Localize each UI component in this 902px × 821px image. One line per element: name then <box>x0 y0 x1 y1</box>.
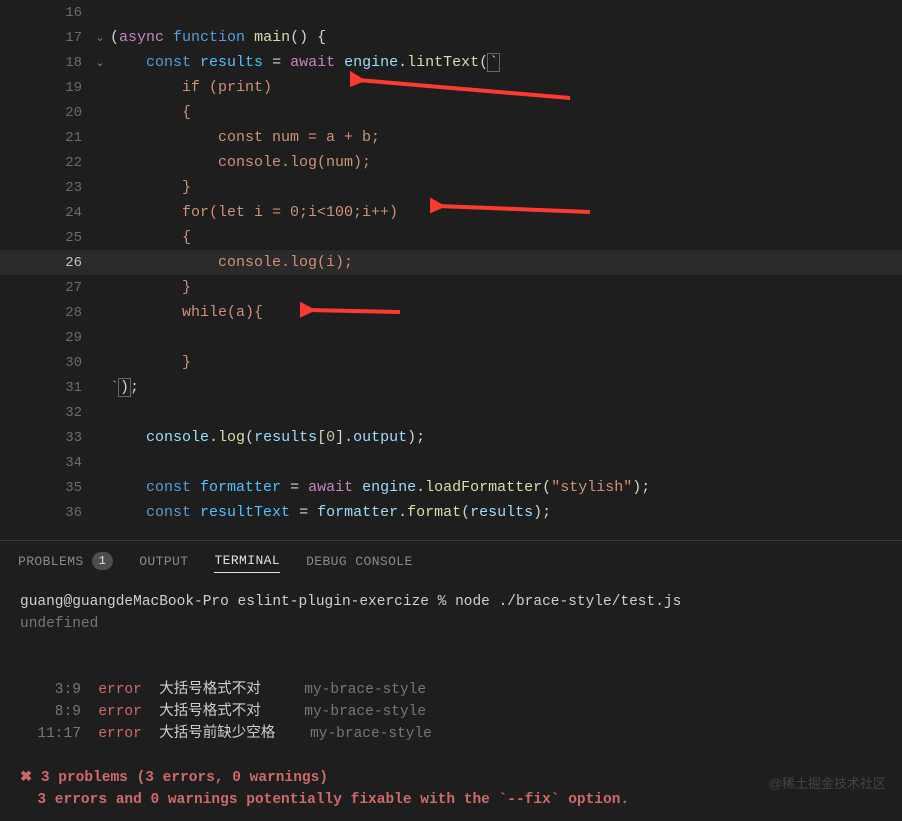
tab-output-label: OUTPUT <box>139 554 188 569</box>
line-number: 32 <box>0 405 90 421</box>
code-content: for(let i = 0;i<100;i++) <box>110 204 902 221</box>
fold-icon[interactable]: ⌄ <box>90 31 110 45</box>
code-content: } <box>110 354 902 371</box>
code-line[interactable]: 29 <box>0 325 902 350</box>
terminal-output[interactable]: guang@guangdeMacBook-Pro eslint-plugin-e… <box>0 581 902 821</box>
line-number: 36 <box>0 505 90 521</box>
code-content: } <box>110 179 902 196</box>
code-line[interactable]: 24 for(let i = 0;i<100;i++) <box>0 200 902 225</box>
line-number: 20 <box>0 105 90 121</box>
fold-icon[interactable]: ⌄ <box>90 56 110 70</box>
line-number: 27 <box>0 280 90 296</box>
code-line[interactable]: 21 const num = a + b; <box>0 125 902 150</box>
code-line[interactable]: 22 console.log(num); <box>0 150 902 175</box>
code-line[interactable]: 23 } <box>0 175 902 200</box>
line-number: 16 <box>0 5 90 21</box>
watermark: @稀土掘金技术社区 <box>769 773 886 792</box>
code-line[interactable]: 32 <box>0 400 902 425</box>
code-line[interactable]: 31 `); <box>0 375 902 400</box>
code-line[interactable]: 36 const resultText = formatter.format(r… <box>0 500 902 525</box>
code-editor[interactable]: 1617⌄(async function main() {18⌄ const r… <box>0 0 902 540</box>
line-number: 33 <box>0 430 90 446</box>
line-number: 23 <box>0 180 90 196</box>
code-line[interactable]: 26 console.log(i); <box>0 250 902 275</box>
code-line[interactable]: 25 { <box>0 225 902 250</box>
tab-terminal[interactable]: TERMINAL <box>214 549 280 573</box>
code-line[interactable]: 18⌄ const results = await engine.lintTex… <box>0 50 902 75</box>
tab-problems[interactable]: PROBLEMS 1 <box>18 548 113 574</box>
code-line[interactable]: 19 if (print) <box>0 75 902 100</box>
line-number: 35 <box>0 480 90 496</box>
code-content: `); <box>110 379 902 396</box>
code-content: const results = await engine.lintText(` <box>110 54 902 71</box>
code-content: if (print) <box>110 79 902 96</box>
code-content: console.log(results[0].output); <box>110 429 902 446</box>
code-content: console.log(i); <box>110 254 902 271</box>
code-line[interactable]: 16 <box>0 0 902 25</box>
line-number: 24 <box>0 205 90 221</box>
code-content: const resultText = formatter.format(resu… <box>110 504 902 521</box>
line-number: 17 <box>0 30 90 46</box>
line-number: 29 <box>0 330 90 346</box>
code-content: const formatter = await engine.loadForma… <box>110 479 902 496</box>
code-line[interactable]: 30 } <box>0 350 902 375</box>
code-content: const num = a + b; <box>110 129 902 146</box>
code-content: { <box>110 229 902 246</box>
line-number: 21 <box>0 130 90 146</box>
code-content: while(a){ <box>110 304 902 321</box>
line-number: 34 <box>0 455 90 471</box>
line-number: 25 <box>0 230 90 246</box>
line-number: 22 <box>0 155 90 171</box>
code-line[interactable]: 28 while(a){ <box>0 300 902 325</box>
code-content: (async function main() { <box>110 29 902 46</box>
tab-output[interactable]: OUTPUT <box>139 550 188 573</box>
line-number: 18 <box>0 55 90 71</box>
tab-terminal-label: TERMINAL <box>214 553 280 568</box>
code-line[interactable]: 20 { <box>0 100 902 125</box>
line-number: 30 <box>0 355 90 371</box>
code-line[interactable]: 27 } <box>0 275 902 300</box>
code-content: { <box>110 104 902 121</box>
panel-tabs: PROBLEMS 1 OUTPUT TERMINAL DEBUG CONSOLE <box>0 541 902 581</box>
code-content: } <box>110 279 902 296</box>
code-line[interactable]: 34 <box>0 450 902 475</box>
line-number: 31 <box>0 380 90 396</box>
bottom-panel: PROBLEMS 1 OUTPUT TERMINAL DEBUG CONSOLE… <box>0 540 902 816</box>
code-content: console.log(num); <box>110 154 902 171</box>
line-number: 19 <box>0 80 90 96</box>
code-line[interactable]: 17⌄(async function main() { <box>0 25 902 50</box>
tab-debug-label: DEBUG CONSOLE <box>306 554 413 569</box>
tab-debug-console[interactable]: DEBUG CONSOLE <box>306 550 413 573</box>
tab-problems-label: PROBLEMS <box>18 554 84 569</box>
problems-count-badge: 1 <box>92 552 114 570</box>
line-number: 26 <box>0 255 90 271</box>
line-number: 28 <box>0 305 90 321</box>
code-line[interactable]: 35 const formatter = await engine.loadFo… <box>0 475 902 500</box>
code-line[interactable]: 33 console.log(results[0].output); <box>0 425 902 450</box>
